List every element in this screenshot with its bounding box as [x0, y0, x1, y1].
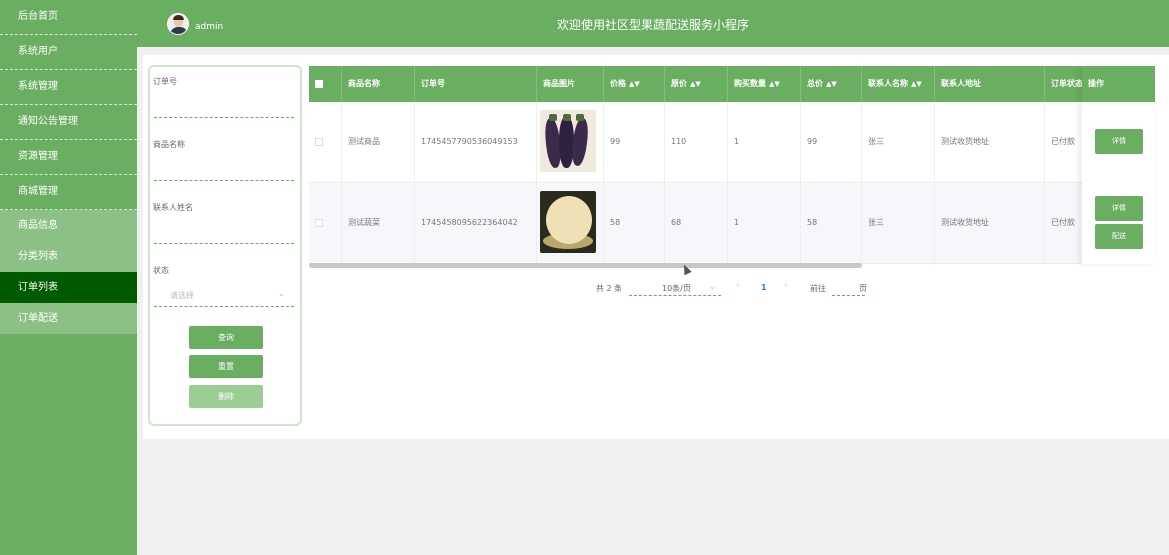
cell-price: 58: [604, 183, 665, 263]
th-contact-address: 联系人地址: [935, 66, 1045, 102]
cell-order-status: 已付款: [1045, 183, 1085, 263]
sidebar-item-system-management[interactable]: 系统管理: [0, 70, 137, 105]
cell-contact-name: 张三: [862, 183, 935, 263]
prev-page-icon[interactable]: ‹: [736, 281, 740, 291]
row-checkbox[interactable]: [315, 218, 323, 227]
row-checkbox[interactable]: [315, 137, 323, 146]
detail-button[interactable]: 详情: [1095, 196, 1143, 221]
table-row: 测试商品 1745457790536049153 99 110 1 99 张三 …: [309, 102, 1155, 183]
order-no-label: 订单号: [153, 77, 177, 86]
product-image-eggplant[interactable]: [540, 110, 596, 172]
contact-name-label: 联系人姓名: [153, 203, 193, 212]
top-header: admin 欢迎使用社区型果蔬配送服务小程序: [137, 0, 1169, 47]
sidebar-item-home[interactable]: 后台首页: [0, 0, 137, 35]
th-quantity[interactable]: 购买数量 ▲▼: [728, 66, 801, 102]
search-button[interactable]: 查询: [189, 326, 263, 349]
sidebar: 后台首页 系统用户 系统管理 通知公告管理 资源管理 商城管理 商品信息 分类列…: [0, 0, 137, 555]
eggplant-shape: [570, 117, 590, 167]
filter-panel: 订单号 商品名称 联系人姓名 状态 请选择 ⌄ 查询 重置 删除: [148, 65, 302, 426]
th-actions: 操作: [1082, 66, 1155, 102]
eggplant-stem: [563, 114, 571, 121]
th-total[interactable]: 总价 ▲▼: [801, 66, 862, 102]
cell-quantity: 1: [728, 102, 801, 182]
product-name-input[interactable]: [154, 180, 294, 181]
sidebar-subitem-category-list[interactable]: 分类列表: [0, 241, 137, 272]
status-select-underline: [154, 306, 294, 307]
chevron-down-icon: ⌄: [278, 289, 285, 298]
cell-product-name: 测试商品: [342, 102, 415, 182]
goto-label: 前往: [810, 284, 826, 293]
actions-column: 操作 详情 详情 配送: [1082, 66, 1155, 264]
cell-order-no: 1745457790536049153: [415, 102, 537, 182]
sidebar-subitem-order-list[interactable]: 订单列表: [0, 272, 137, 303]
cell-original-price: 110: [665, 102, 728, 182]
cell-original-price: 68: [665, 183, 728, 263]
eggplant-stem: [549, 114, 557, 121]
row-select-cell: [309, 102, 342, 182]
cell-product-image: [537, 183, 604, 263]
pagination-total: 共 2 条: [596, 284, 623, 293]
sidebar-item-resource-management[interactable]: 资源管理: [0, 140, 137, 175]
sidebar-subitem-order-delivery[interactable]: 订单配送: [0, 303, 137, 334]
th-price[interactable]: 价格 ▲▼: [604, 66, 665, 102]
select-all-cell: [309, 66, 342, 102]
th-contact-name-label: 联系人名称: [868, 79, 908, 88]
cell-order-no: 1745458095622364042: [415, 183, 537, 263]
welcome-title: 欢迎使用社区型果蔬配送服务小程序: [556, 18, 749, 32]
th-order-status: 订单状态: [1045, 66, 1085, 102]
th-quantity-label: 购买数量: [734, 79, 766, 88]
th-product-image: 商品图片: [537, 66, 604, 102]
order-no-input[interactable]: [154, 117, 294, 118]
cell-price: 99: [604, 102, 665, 182]
cell-contact-address: 测试收货地址: [935, 183, 1045, 263]
table-row: 测试蔬菜 1745458095622364042 58 68 1 58 张三 测…: [309, 183, 1155, 264]
page-suffix-label: 页: [859, 284, 867, 293]
th-product-name: 商品名称: [342, 66, 415, 102]
th-original-price[interactable]: 原价 ▲▼: [665, 66, 728, 102]
eggplant-stem: [576, 114, 584, 121]
th-order-no: 订单号: [415, 66, 537, 102]
cell-contact-address: 测试收货地址: [935, 102, 1045, 182]
sidebar-item-mall-management[interactable]: 商城管理: [0, 175, 137, 210]
table-header: 商品名称 订单号 商品图片 价格 ▲▼ 原价 ▲▼ 购买数量 ▲▼ 总价 ▲▼ 联系人名…: [309, 66, 1155, 102]
detail-button[interactable]: 详情: [1095, 129, 1143, 154]
chevron-down-icon: ⌄: [709, 282, 716, 291]
th-original-price-label: 原价: [671, 79, 687, 88]
cell-quantity: 1: [728, 183, 801, 263]
page-size-select[interactable]: 10条/页: [629, 283, 721, 296]
status-label: 状态: [153, 266, 169, 275]
cell-contact-name: 张三: [862, 102, 935, 182]
sidebar-item-system-users[interactable]: 系统用户: [0, 35, 137, 70]
status-select[interactable]: 请选择: [170, 290, 194, 301]
horizontal-scrollbar[interactable]: [309, 263, 862, 268]
page-number-current[interactable]: 1: [761, 283, 767, 292]
eggplant-shape: [559, 116, 574, 168]
sort-icon[interactable]: ▲▼: [769, 80, 780, 88]
cell-product-image: [537, 102, 604, 182]
cell-total: 99: [801, 102, 862, 182]
th-price-label: 价格: [610, 79, 626, 88]
sort-icon[interactable]: ▲▼: [629, 80, 640, 88]
cauliflower-head: [546, 196, 592, 244]
sidebar-item-notice-management[interactable]: 通知公告管理: [0, 105, 137, 140]
select-all-checkbox[interactable]: [315, 79, 323, 88]
reset-button[interactable]: 重置: [189, 355, 263, 378]
product-name-label: 商品名称: [153, 140, 185, 149]
sort-icon[interactable]: ▲▼: [690, 80, 701, 88]
sort-icon[interactable]: ▲▼: [911, 80, 922, 88]
deliver-button[interactable]: 配送: [1095, 224, 1143, 249]
cell-order-status: 已付款: [1045, 102, 1085, 182]
delete-button[interactable]: 删除: [189, 385, 263, 408]
cell-total: 58: [801, 183, 862, 263]
sidebar-subitem-product-info[interactable]: 商品信息: [0, 210, 137, 241]
contact-name-input[interactable]: [154, 243, 294, 244]
product-image-cauliflower[interactable]: [540, 191, 596, 253]
cell-product-name: 测试蔬菜: [342, 183, 415, 263]
row-select-cell: [309, 183, 342, 263]
sort-icon[interactable]: ▲▼: [826, 80, 837, 88]
th-contact-name[interactable]: 联系人名称 ▲▼: [862, 66, 935, 102]
next-page-icon[interactable]: ›: [784, 281, 788, 291]
th-total-label: 总价: [807, 79, 823, 88]
